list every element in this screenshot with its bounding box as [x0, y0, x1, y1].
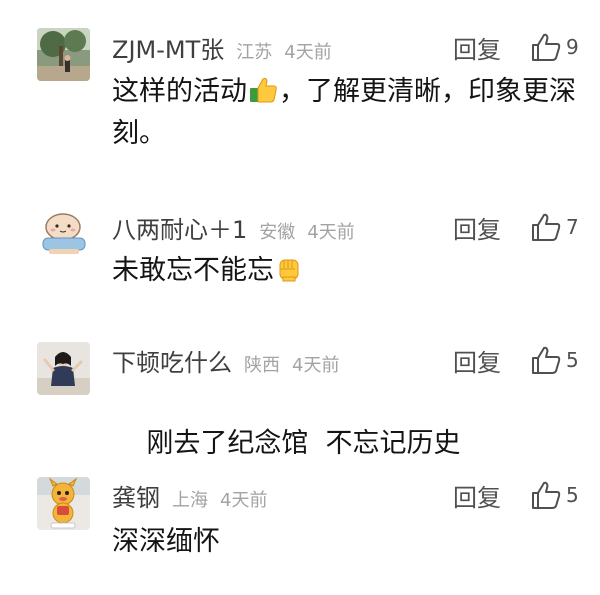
like-button[interactable]: 5 [530, 343, 579, 377]
thumbs-up-outline-icon [530, 345, 562, 375]
comment-meta: 下顿吃什么 陕西 4天前 [112, 343, 339, 377]
comment-text: 这样的活动 ，了解更清晰，印象更深刻。 [112, 73, 582, 153]
region-label: 上海 [172, 490, 208, 511]
username[interactable]: 八两耐心＋1 [112, 210, 247, 245]
thumbs-up-emoji [248, 76, 278, 115]
avatar[interactable] [37, 28, 90, 81]
avatar[interactable] [37, 342, 90, 395]
comment-text: 深深缅怀 [112, 523, 582, 561]
thumbs-up-outline-icon [530, 32, 562, 62]
comment-meta: 八两耐心＋1 安徽 4天前 [112, 210, 355, 244]
reply-button[interactable]: 回复 [453, 30, 501, 65]
like-count: 7 [566, 215, 579, 239]
comment-text-part: 未敢忘不能忘 [112, 255, 274, 286]
like-count: 9 [566, 35, 579, 59]
reply-button[interactable]: 回复 [453, 343, 501, 378]
username[interactable]: 下顿吃什么 [112, 343, 232, 378]
thumbs-up-outline-icon [530, 480, 562, 510]
comment-text-part: 刚去了纪念馆 不忘记历史 [146, 428, 461, 459]
comment-text-part: 这样的活动 [112, 76, 247, 107]
region-label: 江苏 [236, 42, 273, 63]
comment-text: 未敢忘不能忘 [112, 252, 582, 294]
raised-fist-emoji [275, 255, 303, 294]
timestamp: 4天前 [284, 42, 332, 63]
avatar[interactable] [37, 205, 90, 258]
timestamp: 4天前 [292, 355, 340, 376]
region-label: 陕西 [244, 355, 280, 376]
like-button[interactable]: 7 [530, 210, 579, 244]
comment-meta: 龚钢 上海 4天前 [112, 478, 267, 512]
like-count: 5 [566, 348, 579, 372]
comment-meta: ZJM-MT张 江苏 4天前 [112, 30, 332, 64]
username[interactable]: 龚钢 [112, 478, 160, 513]
avatar[interactable] [37, 477, 90, 530]
region-label: 安徽 [259, 222, 296, 243]
timestamp: 4天前 [220, 490, 268, 511]
username[interactable]: ZJM-MT张 [112, 30, 224, 65]
reply-button[interactable]: 回复 [453, 478, 501, 513]
like-count: 5 [566, 483, 579, 507]
comment-text-part: 深深缅怀 [112, 526, 220, 557]
thumbs-up-outline-icon [530, 212, 562, 242]
reply-button[interactable]: 回复 [453, 210, 501, 245]
like-button[interactable]: 5 [530, 478, 579, 512]
like-button[interactable]: 9 [530, 30, 579, 64]
timestamp: 4天前 [307, 222, 355, 243]
